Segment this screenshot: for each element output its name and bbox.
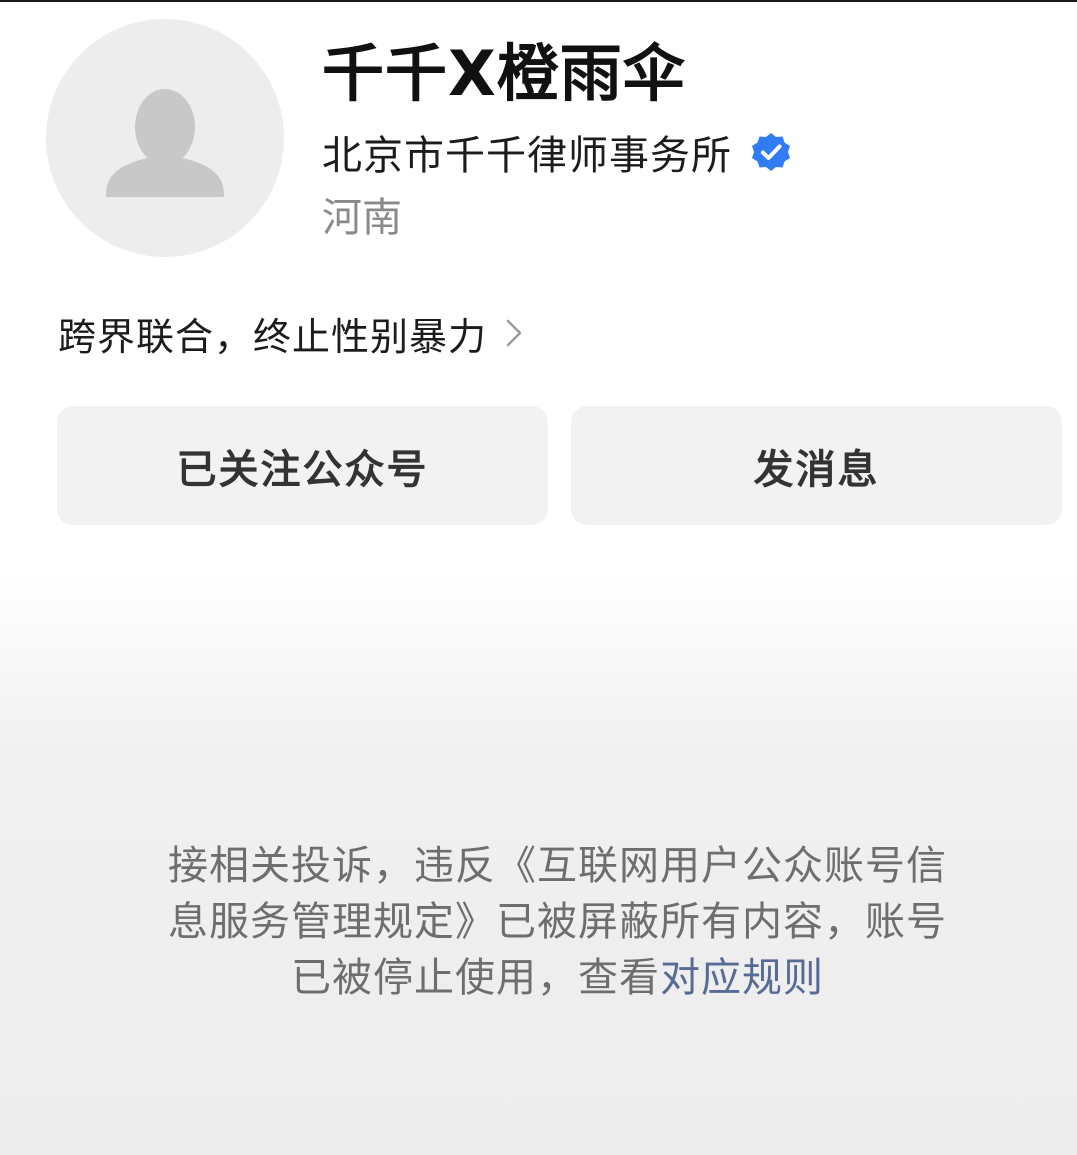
send-message-button[interactable]: 发消息 <box>571 406 1062 525</box>
notice-line: 已被停止使用，查看对应规则 <box>140 950 975 1006</box>
region-label: 河南 <box>322 195 402 241</box>
notice-line-prefix: 已被停止使用，查看 <box>291 955 660 1001</box>
account-description-link[interactable]: 跨界联合，终止性别暴力 <box>58 304 523 362</box>
notice-line: 接相关投诉，违反《互联网用户公众账号信 <box>168 843 947 889</box>
top-border <box>0 0 1077 2</box>
notice-line: 息服务管理规定》已被屏蔽所有内容，账号 <box>168 899 947 945</box>
organization-name: 北京市千千律师事务所 <box>322 133 732 179</box>
organization-row: 北京市千千律师事务所 <box>322 124 792 180</box>
chevron-right-icon <box>505 318 523 348</box>
followed-account-button[interactable]: 已关注公众号 <box>57 406 548 525</box>
verified-badge-icon[interactable] <box>750 131 792 173</box>
view-rules-link[interactable]: 对应规则 <box>660 955 824 1001</box>
account-blocked-notice: 接相关投诉，违反《互联网用户公众账号信 息服务管理规定》已被屏蔽所有内容，账号 … <box>140 838 975 1006</box>
account-description: 跨界联合，终止性别暴力 <box>58 314 488 359</box>
default-user-icon <box>106 89 224 197</box>
account-name: 千千X橙雨伞 <box>322 37 686 110</box>
avatar[interactable] <box>46 19 284 257</box>
